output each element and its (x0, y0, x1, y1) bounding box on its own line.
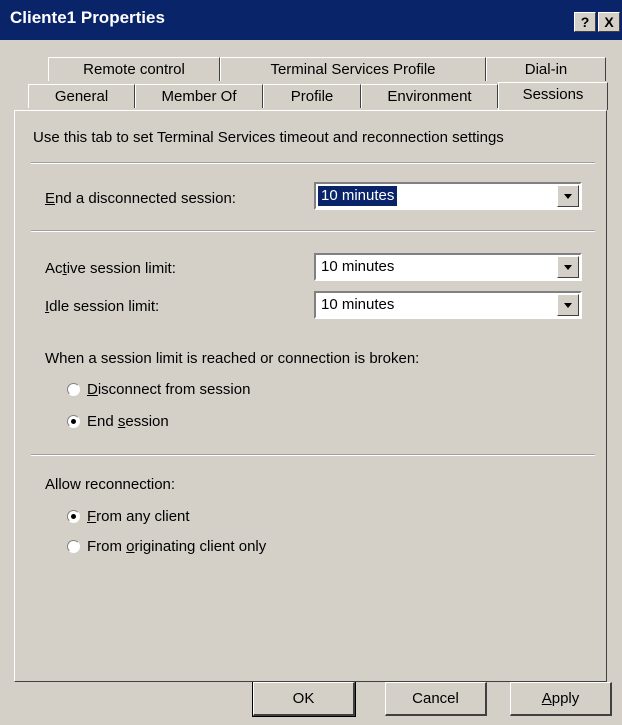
chevron-down-icon[interactable] (557, 294, 579, 316)
help-icon: ? (580, 14, 590, 30)
chevron-down-icon[interactable] (557, 185, 579, 207)
title-bar[interactable]: Cliente1 Properties ? X (0, 0, 622, 40)
ok-button[interactable]: OK (252, 681, 356, 717)
tab-remote-control[interactable]: Remote control (48, 57, 220, 81)
label-text: From (87, 538, 127, 555)
radio-button[interactable] (67, 540, 80, 553)
button-label: Apply (542, 690, 580, 707)
active-limit-value: 10 minutes (321, 258, 395, 275)
tab-member-of[interactable]: Member Of (135, 84, 263, 108)
properties-dialog: Cliente1 Properties ? X Remote control T… (0, 0, 622, 725)
apply-button[interactable]: Apply (510, 682, 612, 716)
idle-limit-label: Idle session limit: (45, 298, 159, 315)
close-button[interactable]: X (598, 12, 620, 32)
tab-label: Dial-in (524, 61, 568, 78)
label-text: rom any client (96, 508, 190, 525)
label-text: End (87, 413, 118, 430)
radio-label: From any client (87, 508, 190, 525)
end-disconnected-label: End a disconnected session: (45, 190, 236, 207)
active-limit-label: Active session limit: (45, 260, 176, 277)
tab-general[interactable]: General (28, 84, 135, 108)
close-icon: X (604, 14, 614, 30)
tab-environment[interactable]: Environment (361, 84, 498, 108)
tab-label: General (54, 88, 109, 105)
radio-label: End session (87, 413, 169, 430)
help-button[interactable]: ? (574, 12, 596, 32)
label-mnemonic: A (541, 690, 552, 707)
idle-limit-value: 10 minutes (321, 296, 395, 313)
label-text: ive session limit: (66, 260, 176, 277)
tab-label: Member Of (161, 88, 237, 105)
reconnection-heading: Allow reconnection: (45, 476, 176, 493)
label-mnemonic: D (87, 381, 98, 398)
separator (31, 230, 595, 232)
tab-sessions[interactable]: Sessions (498, 82, 608, 110)
label-text: pply (551, 690, 580, 707)
label-mnemonic: o (126, 538, 135, 555)
window-title: Cliente1 Properties (10, 8, 165, 27)
label-text: Ac (45, 260, 63, 277)
button-label: Cancel (412, 690, 459, 707)
tab-profile[interactable]: Profile (263, 84, 361, 108)
separator (31, 162, 595, 164)
radio-button[interactable] (67, 510, 80, 523)
tab-dial-in[interactable]: Dial-in (486, 57, 606, 81)
radio-button[interactable] (67, 383, 80, 396)
label-mnemonic: E (45, 190, 56, 207)
radio-button[interactable] (67, 415, 80, 428)
tab-label: Profile (290, 88, 334, 105)
tab-terminal-services-profile[interactable]: Terminal Services Profile (220, 57, 486, 81)
active-limit-select[interactable]: 10 minutes (314, 253, 582, 281)
label-text: riginating client only (134, 538, 267, 555)
label-mnemonic: F (87, 508, 97, 525)
label-text: ession (125, 413, 169, 430)
separator (31, 454, 595, 456)
panel-description: Use this tab to set Terminal Services ti… (33, 129, 504, 146)
end-disconnected-value: 10 minutes (318, 186, 398, 206)
tab-label: Terminal Services Profile (270, 61, 436, 78)
end-disconnected-select[interactable]: 10 minutes (314, 182, 582, 210)
button-label: OK (292, 690, 315, 707)
tab-label: Remote control (83, 61, 185, 78)
cancel-button[interactable]: Cancel (385, 682, 487, 716)
label-text: dle session limit: (49, 298, 160, 315)
radio-label: From originating client only (87, 538, 266, 555)
chevron-down-icon[interactable] (557, 256, 579, 278)
label-text: nd a disconnected session: (55, 190, 236, 207)
idle-limit-select[interactable]: 10 minutes (314, 291, 582, 319)
radio-label: Disconnect from session (87, 381, 250, 398)
label-text: isconnect from session (97, 381, 251, 398)
limit-reached-heading: When a session limit is reached or conne… (45, 350, 420, 367)
tab-label: Sessions (522, 86, 584, 103)
tab-label: Environment (387, 88, 472, 105)
